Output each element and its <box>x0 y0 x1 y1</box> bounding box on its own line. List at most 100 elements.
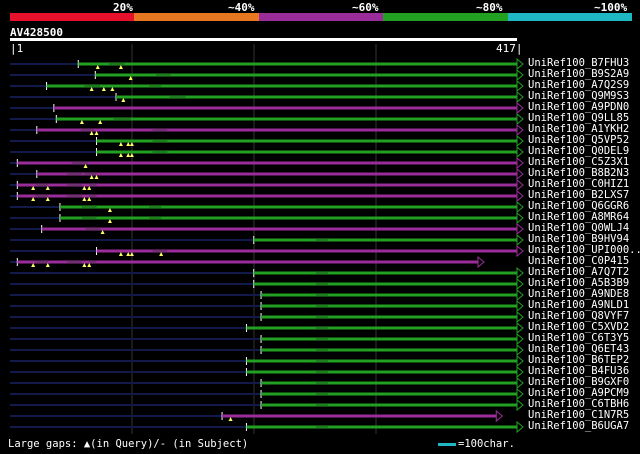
hit-row[interactable] <box>10 90 524 104</box>
alignment-arrow <box>516 332 524 346</box>
query-gap-marker <box>79 120 84 124</box>
alignment-arrow <box>516 57 524 71</box>
query-gap-marker <box>89 175 94 179</box>
hit-row[interactable] <box>10 354 524 368</box>
alignment-arrow <box>516 321 524 335</box>
query-gap-marker <box>128 76 133 80</box>
alignment-arrow <box>516 156 524 170</box>
hit-row[interactable] <box>10 101 524 115</box>
query-gap-marker <box>228 417 233 421</box>
hit-row[interactable] <box>10 178 524 192</box>
query-gap-marker <box>94 175 99 179</box>
hit-row[interactable] <box>10 398 524 412</box>
alignment-arrow <box>516 79 524 93</box>
alignment-arrow <box>516 299 524 313</box>
query-gap-marker <box>89 131 94 135</box>
alignment-arrow <box>516 288 524 302</box>
query-gap-marker <box>45 263 50 267</box>
query-gap-marker <box>83 164 88 168</box>
query-gap-marker <box>118 153 123 157</box>
hit-row[interactable] <box>10 420 524 434</box>
query-gap-marker <box>82 186 87 190</box>
alignment-arrow <box>516 310 524 324</box>
query-gap-marker <box>110 87 115 91</box>
query-gap-marker <box>129 153 134 157</box>
hit-row[interactable] <box>10 277 524 291</box>
alignment-arrow <box>516 145 524 159</box>
query-gap-marker <box>126 252 131 256</box>
alignment-arrow <box>516 222 524 236</box>
query-gap-marker <box>87 197 92 201</box>
query-gap-marker <box>95 65 100 69</box>
hit-row[interactable] <box>10 343 524 357</box>
hit-row[interactable] <box>10 321 524 335</box>
alignment-arrow <box>516 200 524 214</box>
hit-row[interactable] <box>10 266 524 280</box>
hit-row[interactable] <box>10 332 524 346</box>
hit-row[interactable] <box>10 255 485 269</box>
alignment-arrow <box>516 354 524 368</box>
hit-row[interactable] <box>10 57 524 71</box>
query-gap-marker <box>118 65 123 69</box>
hit-row[interactable] <box>10 376 524 390</box>
hit-row[interactable] <box>10 79 524 93</box>
hit-row[interactable] <box>10 156 524 170</box>
query-gap-marker <box>87 263 92 267</box>
query-gap-marker <box>101 87 106 91</box>
hit-row[interactable] <box>10 145 524 159</box>
gaps-legend: Large gaps: ▲(in Query)/- (in Subject) <box>8 438 249 450</box>
alignment-arrow <box>477 255 485 269</box>
alignment-arrow <box>516 387 524 401</box>
query-gap-marker <box>126 153 131 157</box>
hit-row[interactable] <box>10 244 524 258</box>
alignment-arrow <box>516 277 524 291</box>
scale-legend-text: =100char. <box>458 438 515 450</box>
alignment-arrow <box>516 420 524 434</box>
query-gap-marker <box>82 197 87 201</box>
scale-legend-swatch <box>438 442 456 446</box>
query-gap-marker <box>129 142 134 146</box>
hit-row[interactable] <box>10 167 524 181</box>
hit-row[interactable] <box>10 222 524 236</box>
query-gap-marker <box>82 263 87 267</box>
query-gap-marker <box>89 87 94 91</box>
hit-row[interactable] <box>10 233 524 247</box>
query-gap-marker <box>98 120 103 124</box>
alignment-arrow <box>516 134 524 148</box>
query-gap-marker <box>45 186 50 190</box>
query-gap-marker <box>100 230 105 234</box>
hit-row[interactable] <box>10 299 524 313</box>
hit-row[interactable] <box>10 123 524 137</box>
hit-row[interactable] <box>10 288 524 302</box>
alignment-arrow <box>516 123 524 137</box>
alignment-arrow <box>516 101 524 115</box>
hit-row[interactable] <box>10 68 524 82</box>
query-gap-marker <box>159 252 164 256</box>
alignment-arrow <box>516 167 524 181</box>
query-gap-marker <box>31 197 36 201</box>
query-gap-marker <box>118 142 123 146</box>
alignment-arrow <box>516 266 524 280</box>
hit-row[interactable] <box>10 189 524 203</box>
alignment-arrow <box>516 112 524 126</box>
alignment-arrow <box>516 189 524 203</box>
query-gap-marker <box>107 219 112 223</box>
hit-row[interactable] <box>10 409 504 423</box>
query-gap-marker <box>118 252 123 256</box>
hit-row[interactable] <box>10 211 524 225</box>
hit-row[interactable] <box>10 134 524 148</box>
query-gap-marker <box>45 197 50 201</box>
hit-row[interactable] <box>10 112 524 126</box>
query-gap-marker <box>31 186 36 190</box>
hit-row[interactable] <box>10 387 524 401</box>
hit-row[interactable] <box>10 310 524 324</box>
hit-row[interactable] <box>10 365 524 379</box>
alignment-arrow <box>516 398 524 412</box>
hit-label[interactable]: UniRef100_B6UGA7 <box>528 421 629 432</box>
alignment-arrow <box>516 244 524 258</box>
hit-row[interactable] <box>10 200 524 214</box>
query-gap-marker <box>126 142 131 146</box>
alignment-arrow <box>516 90 524 104</box>
alignment-arrow <box>516 376 524 390</box>
query-gap-marker <box>107 208 112 212</box>
